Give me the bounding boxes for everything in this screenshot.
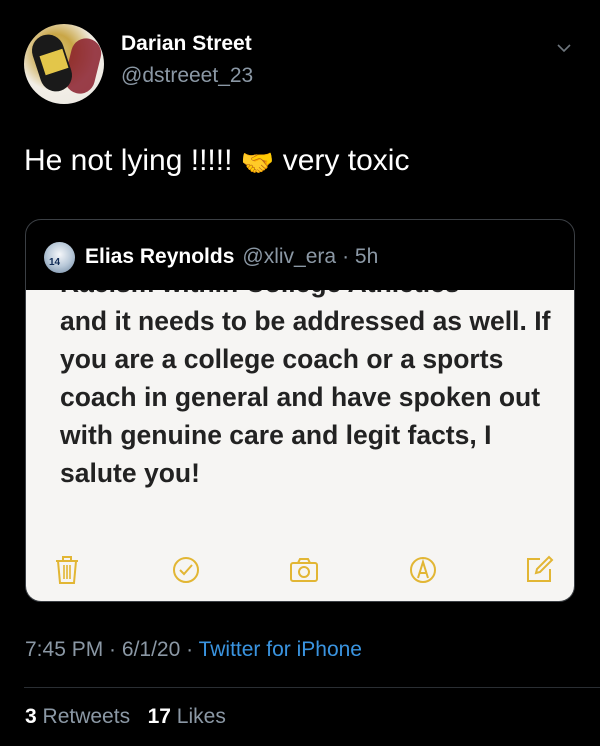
tweet-body: He not lying !!!!! 🤝 very toxic [24,144,409,179]
likes-label: Likes [176,705,226,728]
likes-stat[interactable]: 17 Likes [148,705,226,728]
tweet-source-link[interactable]: Twitter for iPhone [199,638,362,661]
retweets-label: Retweets [42,705,131,728]
author-handle[interactable]: @dstreeet_23 [121,64,253,88]
likes-count: 17 [147,705,171,728]
meta-separator: · [180,638,199,661]
camera-icon [290,558,318,582]
tweet-text-after: very toxic [282,144,410,177]
chevron-down-icon[interactable] [556,40,572,56]
quoted-tweet-time: · 5h [342,245,379,268]
avatar-jersey-number: 14 [49,256,61,268]
checkmark-circle-icon [173,557,199,583]
notes-text-cut-line: Racism within College Athletics [60,290,560,302]
retweets-stat[interactable]: 3 Retweets [25,705,130,728]
quoted-tweet-card[interactable]: 14 Elias Reynolds @xliv_era · 5h Racism … [25,219,575,602]
handshake-emoji: 🤝 [240,148,275,178]
quoted-tweet-header: 14 Elias Reynolds @xliv_era · 5h [44,240,378,274]
tweet-date: 6/1/20 [121,638,181,661]
divider [24,687,600,688]
tweet-time: 7:45 PM [25,638,104,661]
author-display-name[interactable]: Darian Street [121,32,252,56]
retweets-count: 3 [25,705,37,728]
trash-icon [56,556,78,584]
notes-text-body: and it needs to be addressed as well. If… [60,306,551,488]
author-avatar[interactable] [24,24,104,104]
notes-screenshot-image[interactable]: Racism within College Athletics and it n… [26,290,574,601]
tweet-stats: 3 Retweets 17 Likes [25,705,226,729]
meta-separator: · [103,638,122,661]
quoted-author-avatar[interactable]: 14 [44,241,75,273]
quoted-author-handle[interactable]: @xliv_era [242,245,336,269]
tweet-text-main: He not lying !!!!! [24,144,233,177]
markup-pen-icon [410,557,436,583]
notes-toolbar [26,545,574,601]
tweet-meta: 7:45 PM · 6/1/20 · Twitter for iPhone [25,638,362,662]
compose-icon [527,555,554,582]
notes-text: Racism within College Athletics and it n… [60,290,560,492]
quoted-author-name[interactable]: Elias Reynolds [85,245,234,269]
